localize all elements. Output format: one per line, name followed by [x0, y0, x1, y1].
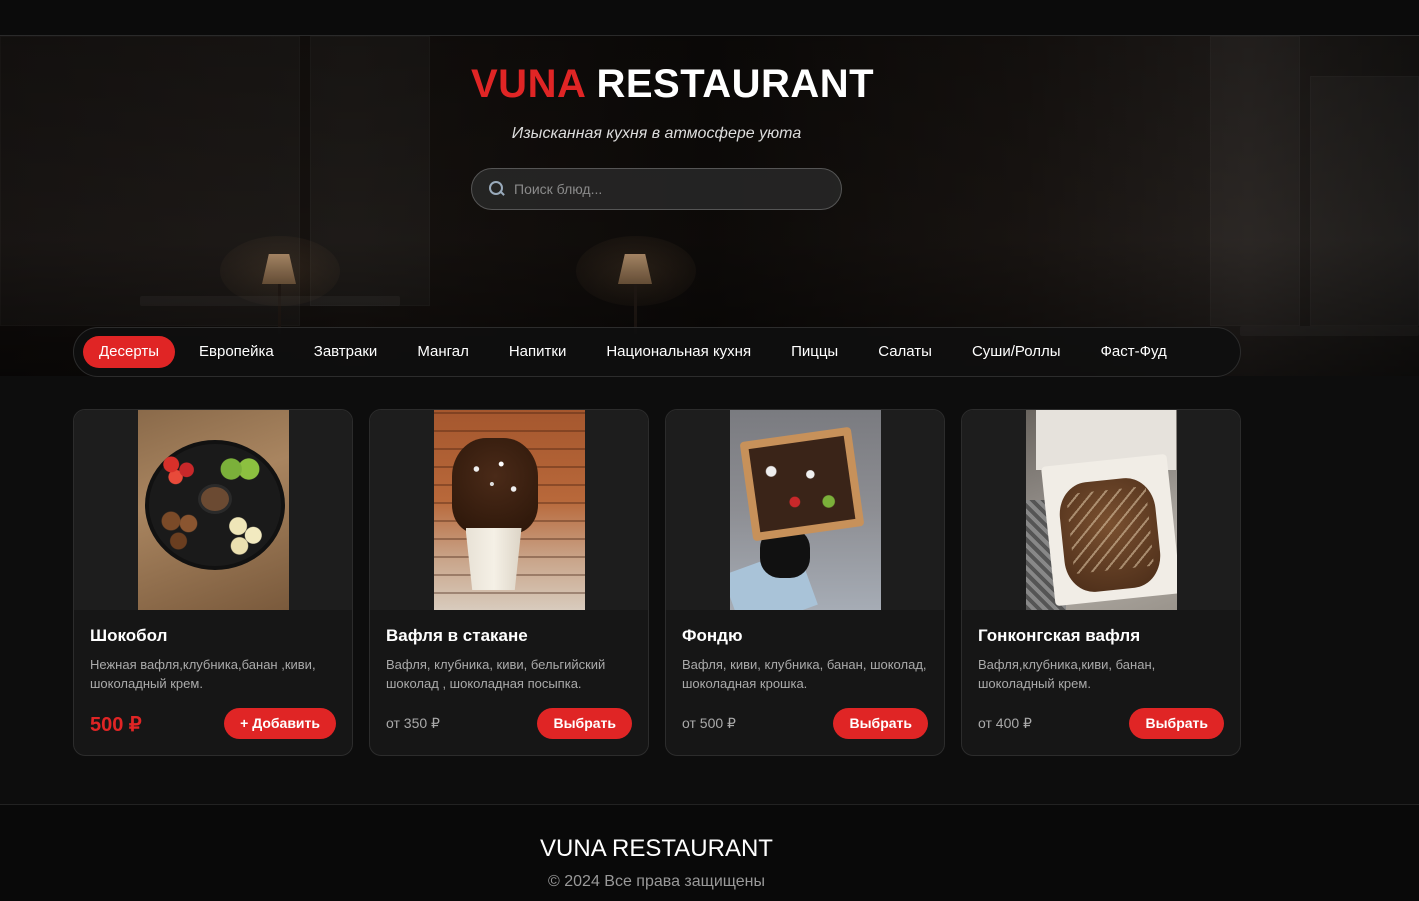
product-description: Вафля, киви, клубника, банан, шоколад, ш…: [682, 657, 927, 691]
product-description: Вафля,клубника,киви, банан, шоколадный к…: [978, 657, 1156, 691]
product-card: Шокобол Нежная вафля,клубника,банан ,кив…: [73, 409, 353, 756]
product-card: Вафля в стакане Вафля, клубника, киви, б…: [369, 409, 649, 756]
tab-drinks[interactable]: Напитки: [493, 336, 583, 368]
search-input[interactable]: [514, 181, 814, 197]
add-to-cart-button[interactable]: + Добавить: [224, 708, 336, 739]
brand-accent: VUNA: [471, 62, 585, 106]
product-title: Вафля в стакане: [386, 626, 528, 645]
tab-breakfast[interactable]: Завтраки: [298, 336, 394, 368]
select-button[interactable]: Выбрать: [833, 708, 928, 739]
product-card: Фондю Вафля, киви, клубника, банан, шоко…: [665, 409, 945, 756]
tab-grill[interactable]: Мангал: [401, 336, 485, 368]
select-button[interactable]: Выбрать: [1129, 708, 1224, 739]
tagline: Изысканная кухня в атмосфере уюта: [511, 125, 802, 142]
tab-sushi-rolls[interactable]: Суши/Роллы: [956, 336, 1077, 368]
product-description: Нежная вафля,клубника,банан ,киви, шокол…: [90, 657, 316, 691]
top-bar: [0, 0, 1419, 36]
tab-pizza[interactable]: Пиццы: [775, 336, 854, 368]
brand-title: VUNA RESTAURANT: [471, 62, 874, 107]
product-grid: Шокобол Нежная вафля,клубника,банан ,кив…: [73, 409, 1241, 756]
product-price: от 400 ₽: [978, 715, 1032, 731]
product-image: [729, 410, 881, 610]
product-card: Гонконгская вафля Вафля,клубника,киви, б…: [961, 409, 1241, 756]
product-price: от 500 ₽: [682, 715, 736, 731]
footer-brand: VUNA RESTAURANT: [540, 835, 773, 862]
category-tabs: Десерты Европейка Завтраки Мангал Напитк…: [73, 327, 1241, 377]
product-title: Шокобол: [90, 626, 168, 645]
tab-european[interactable]: Европейка: [183, 336, 290, 368]
product-title: Гонконгская вафля: [978, 626, 1141, 645]
product-description: Вафля, клубника, киви, бельгийский шокол…: [386, 657, 606, 691]
tab-fast-food[interactable]: Фаст-Фуд: [1085, 336, 1183, 368]
tab-national-cuisine[interactable]: Национальная кухня: [590, 336, 767, 368]
select-button[interactable]: Выбрать: [537, 708, 632, 739]
product-image: [433, 410, 585, 610]
search-icon: [488, 180, 506, 198]
footer-copyright: © 2024 Все права защищены: [548, 873, 765, 890]
product-title: Фондю: [682, 626, 743, 645]
product-price: от 350 ₽: [386, 715, 440, 731]
tab-salads[interactable]: Салаты: [862, 336, 948, 368]
tab-desserts[interactable]: Десерты: [83, 336, 176, 368]
search-bar[interactable]: [471, 168, 842, 210]
brand-name: RESTAURANT: [596, 62, 875, 106]
product-price: 500 ₽: [90, 714, 142, 736]
product-image: [1025, 410, 1177, 610]
product-image: [137, 410, 289, 610]
